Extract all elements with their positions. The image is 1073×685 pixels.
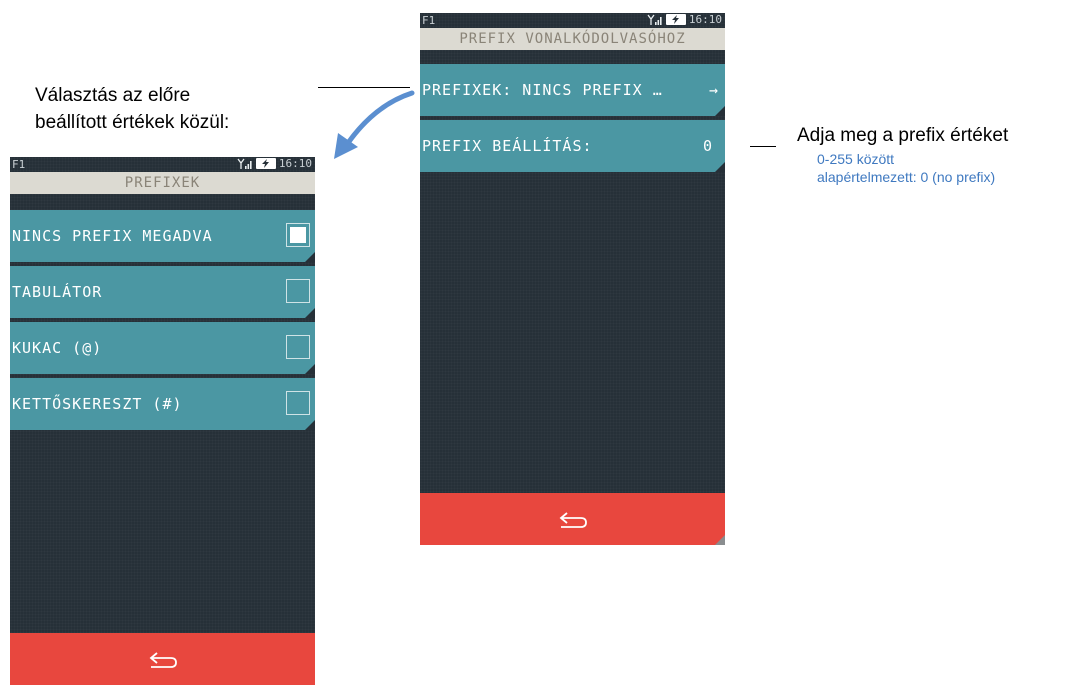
prefixes-row[interactable]: PREFIXEK: NINCS PREFIX … → bbox=[420, 64, 725, 116]
prefix-setting-row[interactable]: PREFIX BEÁLLÍTÁS: 0 bbox=[420, 120, 725, 172]
status-time: 16:10 bbox=[688, 13, 722, 26]
list-item-label: NINCS PREFIX MEGADVA bbox=[12, 227, 213, 245]
list-screen: F1 16:10 PREFIXEK NINCS PREFIX MEGADVA T… bbox=[10, 157, 315, 685]
back-arrow-icon[interactable] bbox=[147, 649, 179, 671]
back-bar-corner bbox=[715, 535, 725, 545]
left-caption-line1: Választás az előre bbox=[35, 85, 191, 106]
status-bar: F1 16:10 bbox=[10, 157, 315, 172]
screen-title: PREFIX VONALKÓDOLVASÓHOZ bbox=[420, 28, 725, 50]
prefix-setting-value: 0 bbox=[702, 137, 713, 155]
right-detail-line2: alapértelmezett: 0 (no prefix) bbox=[817, 169, 996, 185]
curved-arrow-icon bbox=[334, 90, 415, 159]
back-arrow-icon[interactable] bbox=[557, 509, 589, 531]
battery-charging-icon bbox=[665, 14, 686, 25]
list-item-label: TABULÁTOR bbox=[12, 283, 103, 301]
prefixes-row-label: PREFIXEK: NINCS PREFIX … bbox=[422, 81, 663, 99]
status-time: 16:10 bbox=[278, 157, 312, 170]
back-bar[interactable] bbox=[10, 633, 315, 685]
fkey-label: F1 bbox=[12, 158, 26, 171]
checkbox-icon[interactable] bbox=[286, 279, 310, 303]
list-item-hash[interactable]: KETTŐSKERESZT (#) bbox=[10, 378, 315, 430]
left-caption-line2: beállított értékek közül: bbox=[35, 112, 230, 133]
back-bar[interactable] bbox=[420, 493, 725, 545]
row-corner bbox=[305, 364, 315, 374]
list-item-tab[interactable]: TABULÁTOR bbox=[10, 266, 315, 318]
checkbox-icon[interactable] bbox=[286, 335, 310, 359]
row-corner bbox=[305, 420, 315, 430]
checkbox-icon[interactable] bbox=[286, 391, 310, 415]
list-item-label: KUKAC (@) bbox=[12, 339, 103, 357]
row-corner bbox=[305, 308, 315, 318]
left-caption: Választás az előre beállított értékek kö… bbox=[35, 82, 229, 136]
row-corner bbox=[715, 106, 725, 116]
battery-charging-icon bbox=[255, 158, 276, 169]
main-screen: F1 16:10 PREFIX VONALKÓDOLVASÓHOZ PREFIX… bbox=[420, 13, 725, 545]
right-detail-line1: 0-255 között bbox=[817, 151, 895, 167]
list-item-label: KETTŐSKERESZT (#) bbox=[12, 395, 183, 413]
list-item-at[interactable]: KUKAC (@) bbox=[10, 322, 315, 374]
signal-icon bbox=[237, 158, 253, 170]
status-bar: F1 16:10 bbox=[420, 13, 725, 28]
prefix-setting-row-label: PREFIX BEÁLLÍTÁS: bbox=[422, 137, 593, 155]
signal-icon bbox=[647, 14, 663, 26]
connector-line-right bbox=[750, 146, 776, 147]
row-corner bbox=[305, 252, 315, 262]
row-corner bbox=[715, 162, 725, 172]
right-caption: Adja meg a prefix értéket bbox=[797, 125, 1009, 146]
fkey-label: F1 bbox=[422, 14, 436, 27]
screen-title: PREFIXEK bbox=[10, 172, 315, 194]
list-item-no-prefix[interactable]: NINCS PREFIX MEGADVA bbox=[10, 210, 315, 262]
right-detail: 0-255 között alapértelmezett: 0 (no pref… bbox=[817, 150, 995, 186]
checkbox-icon[interactable] bbox=[286, 223, 310, 247]
